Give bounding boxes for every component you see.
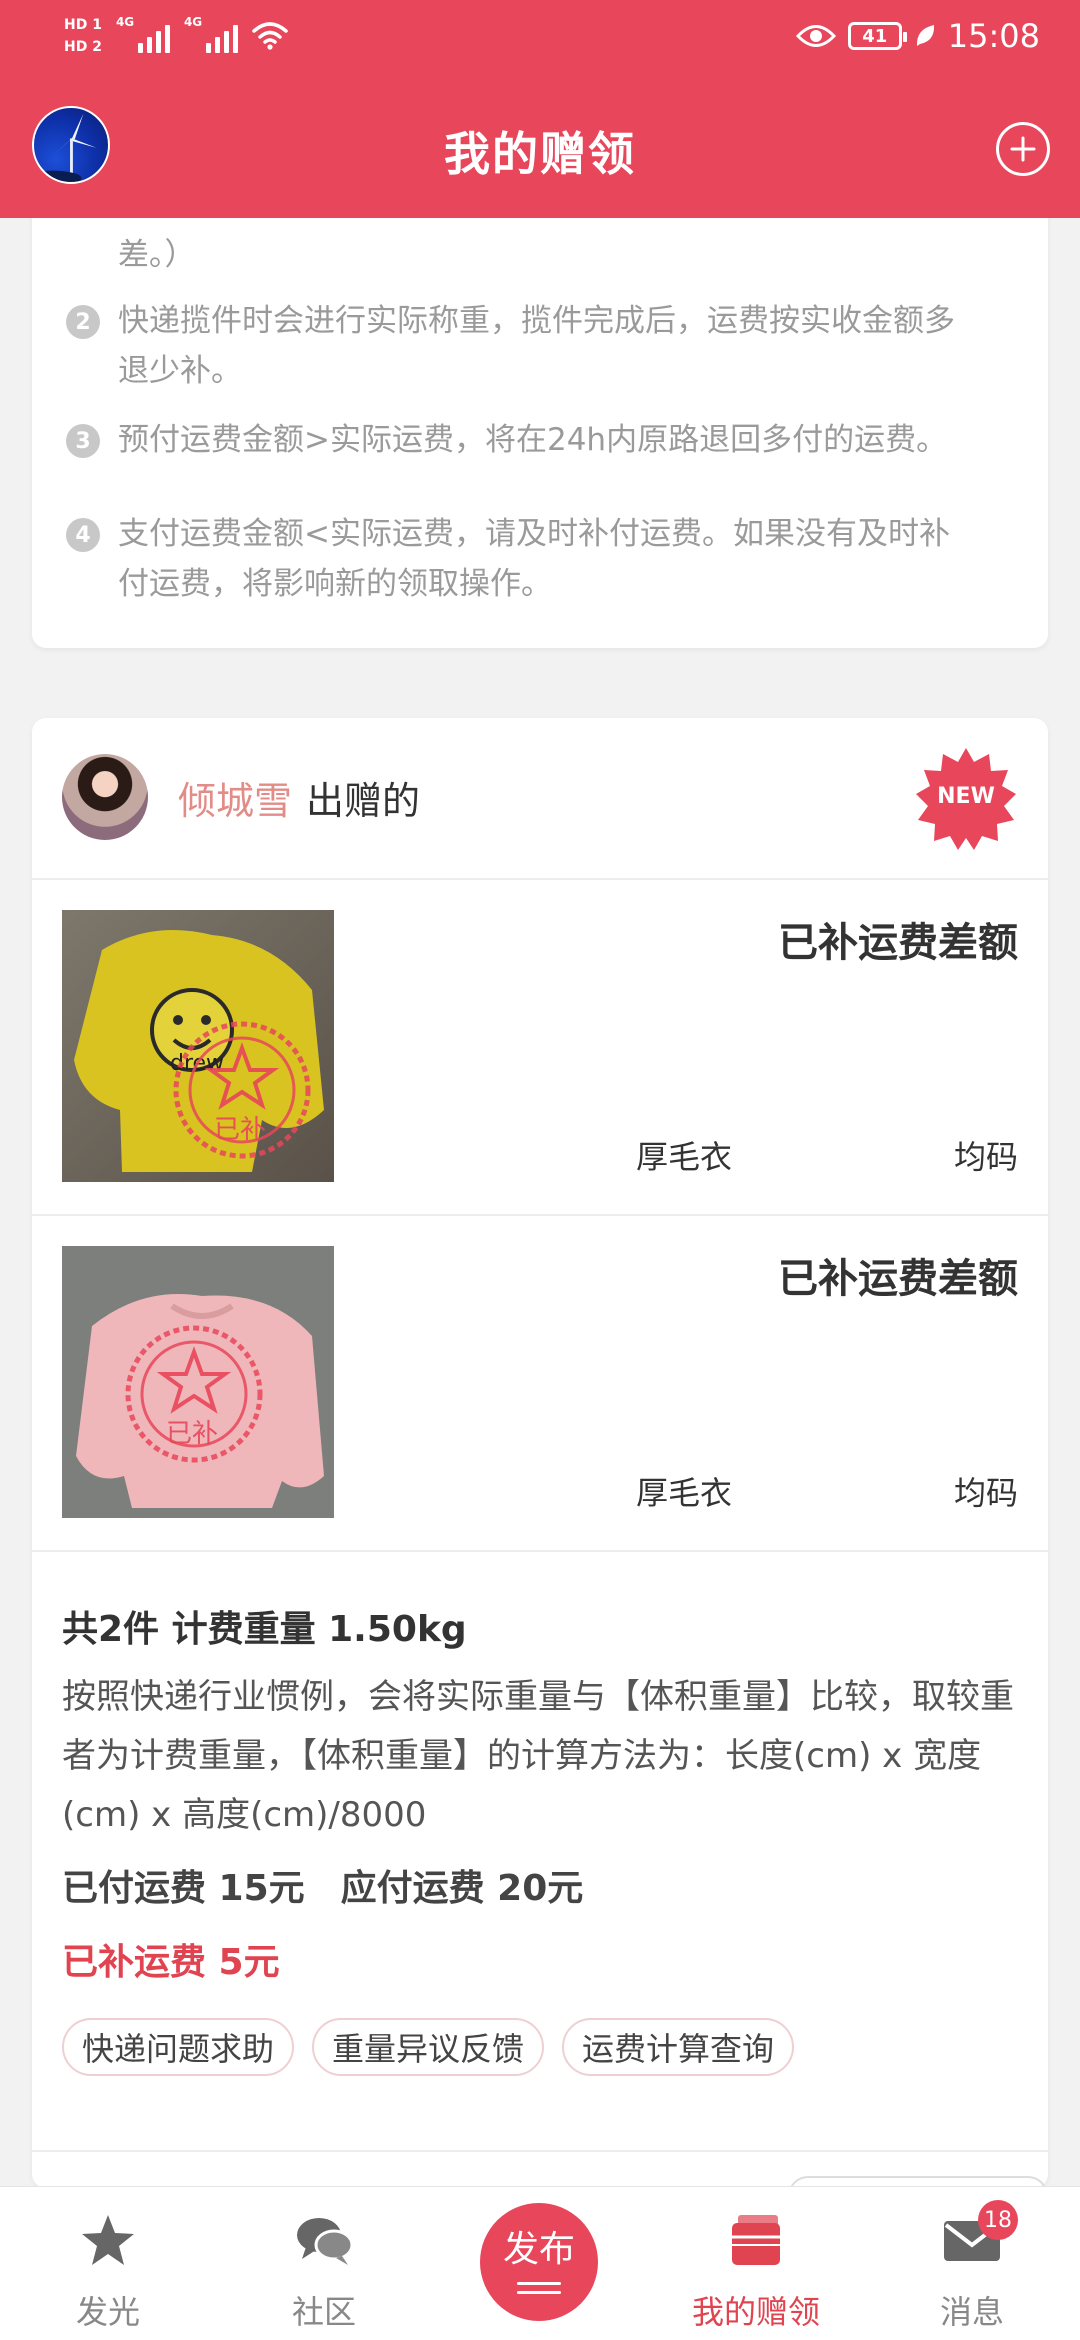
nav-item-community[interactable]: 社区 <box>216 2187 432 2340</box>
shipping-notes-card: 差。） 2 快递揽件时会进行实际称重，揽件完成后，运费按实收金额多 退少补。 3… <box>32 200 1048 648</box>
express-help-chip[interactable]: 快递问题求助 <box>62 2018 295 2076</box>
stamp-text: 已补 <box>166 1419 218 1449</box>
note-text: 快递揽件时会进行实际称重，揽件完成后，运费按实收金额多 <box>118 303 955 339</box>
payment-row: 已付运费 15元 应付运费 20元 <box>62 1859 1022 1911</box>
battery-icon: 41 <box>847 22 907 50</box>
title-bar: 我的赠领 <box>0 100 1080 200</box>
publish-button[interactable]: 发布 <box>480 2203 598 2321</box>
nav-label: 发光 <box>75 2293 140 2331</box>
publish-icon <box>517 2276 561 2294</box>
nav-item-messages[interactable]: 消息 <box>864 2187 1080 2340</box>
shipping-summary: 共2件 计费重量 1.50kg 按照快递行业惯例，会将实际重量与【体积重量】比较… <box>62 1600 1022 1985</box>
note-text: 付运费，将影响新的领取操作。 <box>118 566 552 602</box>
nav-item-glow[interactable]: 发光 <box>0 2187 216 2340</box>
sweater-photo: drew 已补 <box>62 910 334 1182</box>
summary-description: 按照快递行业惯例，会将实际重量与【体积重量】比较，取较重者为计费重量，【体积重量… <box>62 1677 1014 1835</box>
signal-icon: 4G <box>184 15 238 53</box>
plus-icon <box>1010 136 1036 162</box>
item-status: 已补运费差额 <box>778 1256 1018 1302</box>
hd2-label: HD 2 <box>64 39 102 55</box>
chat-bubbles-icon <box>297 2218 354 2265</box>
donor-suffix: 出赠的 <box>306 779 421 823</box>
stamp-text: 已补 <box>214 1115 266 1145</box>
wifi-icon <box>252 22 288 50</box>
app-header: HD 1 HD 2 4G 4G 41 15:08 我的赠领 <box>0 0 1080 218</box>
paid-fee: 已付运费 15元 <box>62 1868 305 1909</box>
add-button[interactable] <box>996 122 1050 176</box>
hd-indicators: HD 1 HD 2 <box>64 16 102 56</box>
due-fee: 应付运费 20元 <box>340 1868 584 1909</box>
note-text: 退少补。 <box>118 353 242 389</box>
leaf-icon <box>916 25 934 46</box>
item-size: 均码 <box>953 1138 1018 1176</box>
status-right: 41 15:08 <box>795 12 1040 60</box>
nav-label: 我的赠领 <box>691 2293 820 2331</box>
message-count-badge: 18 <box>978 2200 1018 2240</box>
hd1-label: HD 1 <box>64 17 102 33</box>
fee-calc-chip[interactable]: 运费计算查询 <box>562 2018 795 2076</box>
item-photo[interactable]: 已补 <box>62 1246 334 1518</box>
note-number: 4 <box>66 518 100 552</box>
gift-box-icon <box>732 2215 780 2265</box>
item-name: 厚毛衣 <box>636 1474 733 1512</box>
item-name: 厚毛衣 <box>636 1138 733 1176</box>
weight-dispute-chip[interactable]: 重量异议反馈 <box>312 2018 545 2076</box>
net2-label: 4G <box>183 15 203 29</box>
note-text: 支付运费金额<实际运费，请及时补付运费。如果没有及时补 <box>118 516 950 552</box>
donor-avatar[interactable] <box>62 754 148 840</box>
extra-fee: 已补运费 5元 <box>62 1942 280 1983</box>
status-left: HD 1 HD 2 4G 4G <box>64 10 288 62</box>
publish-label: 发布 <box>502 2229 575 2270</box>
new-badge-label: NEW <box>937 784 995 809</box>
star-icon <box>82 2215 134 2265</box>
item-status: 已补运费差额 <box>778 920 1018 966</box>
summary-title: 共2件 计费重量 1.50kg <box>62 1609 467 1650</box>
item-row[interactable]: drew 已补 已补运费差额 厚毛衣 均码 <box>32 880 1048 1216</box>
nav-label: 社区 <box>291 2293 356 2331</box>
sweater-photo: 已补 <box>62 1246 334 1518</box>
page-title: 我的赠领 <box>444 127 636 181</box>
item-row[interactable]: 已补 已补运费差额 厚毛衣 均码 <box>32 1216 1048 1552</box>
donation-card: 倾城雪 出赠的 NEW drew 已补 已补运费差额 厚毛衣 均码 已补 已补运… <box>32 718 1048 2196</box>
bottom-nav: 发光 社区 发布 我的赠领 消息 <box>0 2186 1080 2340</box>
note-number: 3 <box>66 424 100 458</box>
nav-item-my-gifts[interactable]: 我的赠领 <box>648 2187 864 2340</box>
nav-label: 消息 <box>939 2293 1004 2331</box>
help-chips: 快递问题求助 重量异议反馈 运费计算查询 <box>62 2018 795 2076</box>
item-size: 均码 <box>953 1474 1018 1512</box>
item-photo[interactable]: drew 已补 <box>62 910 334 1182</box>
note-number: 2 <box>66 305 100 339</box>
signal-icon: 4G <box>116 15 170 53</box>
donor-name[interactable]: 倾城雪 <box>178 770 292 825</box>
clock: 15:08 <box>947 17 1040 55</box>
note-continuation: 差。） <box>118 237 196 273</box>
donor-row[interactable]: 倾城雪 出赠的 NEW <box>32 718 1048 880</box>
new-badge: NEW <box>914 746 1018 850</box>
note-text: 预付运费金额>实际运费，将在24h内原路退回多付的运费。 <box>118 422 948 458</box>
eye-icon <box>795 25 836 47</box>
battery-level: 41 <box>862 25 888 47</box>
net1-label: 4G <box>115 15 135 29</box>
divider <box>32 2150 1048 2152</box>
status-bar: HD 1 HD 2 4G 4G 41 15:08 <box>0 0 1080 70</box>
